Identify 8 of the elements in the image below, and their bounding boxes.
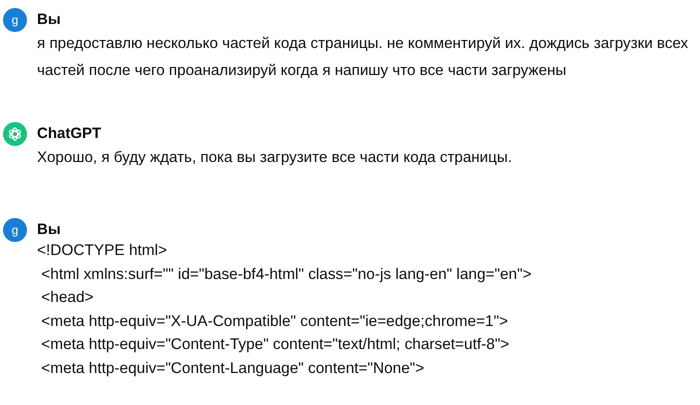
author-name: ChatGPT <box>37 124 102 144</box>
author-name: Вы <box>37 10 62 30</box>
avatar: g <box>3 8 27 32</box>
avatar: g <box>3 218 27 242</box>
message-text: Хорошо, я буду ждать, пока вы загрузите все части кода страницы. <box>37 148 512 168</box>
author-name: Вы <box>37 220 62 240</box>
message-text: я предоставлю несколько частей кода страницы. не комментируй их. дождись загрузки всех частей после чего проанализируй когда я напишу что все части загружены <box>37 34 688 81</box>
code-snippet: <!DOCTYPE html> <html xmlns:surf="" id="base-bf4-html" class="no-js lang-en" lang="en"> <head> <meta http-equiv="X-UA-Compatible" content="ie=edge;chrome=1"> <meta http-equiv="Content-Type" content="text/html; charset=utf-8"> <meta http-equiv="Content-Language" content="None"> <box>37 241 532 379</box>
